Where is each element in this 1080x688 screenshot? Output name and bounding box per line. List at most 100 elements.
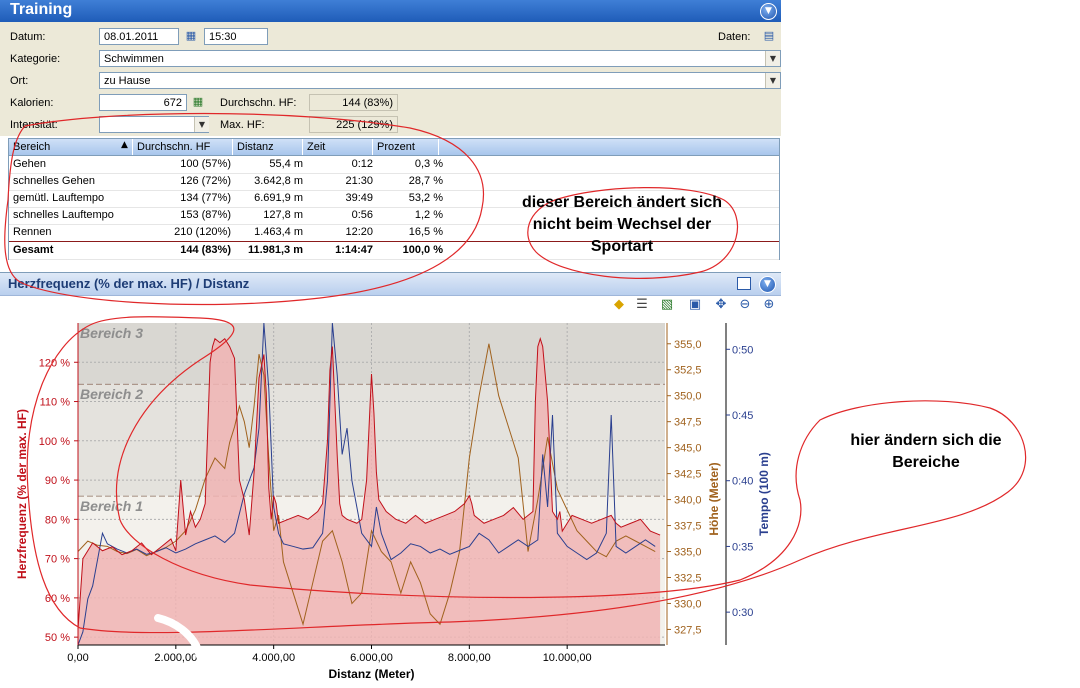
header-distanz[interactable]: Distanz (233, 139, 303, 155)
max-hf-label: Max. HF: (220, 119, 265, 131)
y-tick-label-pace: 0:45 (732, 410, 753, 422)
header-bereich[interactable]: Bereich (9, 139, 133, 155)
y-axis-pace-label: Tempo (100 m) (757, 452, 771, 536)
diamond-icon[interactable]: ◆ (610, 296, 628, 314)
intensitaet-label: Intensität: (10, 119, 58, 131)
cell-prozent: 0,3 % (414, 158, 443, 170)
y-tick-label-elevation: 342,5 (674, 469, 702, 481)
collapse-icon[interactable]: ▼ (760, 3, 777, 20)
y-axis-left-label: Herzfrequenz (% der max. HF) (15, 409, 29, 579)
cell-avg-hf: 210 (120%) (174, 226, 231, 238)
kategorie-label: Kategorie: (10, 53, 61, 65)
training-panel: Training ▼ Datum: 08.01.2011 ▦ 15:30 Dat… (0, 0, 781, 688)
chart-icon[interactable]: ▧ (658, 296, 676, 314)
y-tick-label-elevation: 345,0 (674, 443, 702, 455)
cell-distanz: 6.691,9 m (254, 192, 303, 204)
sort-asc-icon: ▲ (121, 140, 128, 150)
data-calculator-icon[interactable]: ▤ (762, 29, 776, 43)
y-tick-label-pace: 0:50 (732, 344, 753, 356)
training-form: Datum: 08.01.2011 ▦ 15:30 Daten: ▤ Kateg… (0, 22, 781, 136)
y-tick-label-pace: 0:30 (732, 607, 753, 619)
header-prozent[interactable]: Prozent (373, 139, 439, 155)
y-tick-label-elevation: 330,0 (674, 598, 702, 610)
chart-panel-header: Herzfrequenz (% der max. HF) / Distanz ▼ (0, 272, 781, 296)
cell-avg-hf: 126 (72%) (180, 175, 231, 187)
ort-dropdown-icon[interactable]: ▼ (765, 73, 780, 88)
table-header: Bereich ▲ Durchschn. HF Distanz Zeit Pro… (9, 139, 779, 156)
cell-bereich: schnelles Lauftempo (13, 209, 114, 221)
x-tick-label: 2.000,00 (154, 652, 197, 664)
x-axis-label: Distanz (Meter) (328, 667, 414, 681)
avg-hf-field: 144 (83%) (309, 94, 398, 111)
window-title: Training (10, 1, 73, 18)
cell-prozent: 53,2 % (408, 192, 443, 204)
zoom-out-icon[interactable]: ⊖ (736, 296, 754, 314)
cell-bereich: Rennen (13, 226, 52, 238)
y-tick-label-left: 100 % (39, 436, 70, 448)
x-tick-label: 4.000,00 (252, 652, 295, 664)
calendar-icon[interactable]: ▦ (184, 29, 198, 43)
chart-collapse-icon[interactable]: ▼ (759, 276, 776, 293)
kategorie-dropdown-icon[interactable]: ▼ (765, 51, 780, 66)
intensitaet-dropdown-icon[interactable]: ▼ (194, 117, 209, 132)
save-icon[interactable]: ▣ (686, 296, 704, 314)
cell-prozent: 28,7 % (408, 175, 443, 187)
cell-distanz: 3.642,8 m (254, 175, 303, 187)
calculator-icon[interactable]: ▦ (191, 95, 205, 109)
date-field[interactable]: 08.01.2011 (99, 28, 179, 45)
y-tick-label-elevation: 350,0 (674, 391, 702, 403)
kalorien-field[interactable]: 672 (99, 94, 187, 111)
kalorien-label: Kalorien: (10, 97, 54, 109)
y-tick-label-elevation: 352,5 (674, 365, 702, 377)
y-tick-label-elevation: 337,5 (674, 521, 702, 533)
ort-select[interactable]: zu Hause (99, 72, 781, 89)
layout-toggle-icon[interactable] (737, 277, 751, 290)
cell-avg-hf: 153 (87%) (180, 209, 231, 221)
y-tick-label-left: 110 % (40, 397, 71, 409)
y-tick-label-left: 90 % (45, 475, 70, 487)
cell-zeit: 21:30 (345, 175, 373, 187)
chart-panel-title: Herzfrequenz (% der max. HF) / Distanz (8, 276, 250, 291)
datum-label: Datum: (10, 31, 46, 43)
cell-zeit: 39:49 (345, 192, 373, 204)
annotation-note-2: hier ändern sich die Bereiche (850, 432, 1002, 471)
zone-label: Bereich 2 (80, 386, 143, 402)
kategorie-select[interactable]: Schwimmen (99, 50, 781, 67)
cell-bereich: gemütl. Lauftempo (13, 192, 105, 204)
intensitaet-select[interactable] (99, 116, 209, 133)
zoom-in-icon[interactable]: ⊕ (760, 296, 778, 314)
cell-distanz: 127,8 m (263, 209, 303, 221)
cell-distanz: 55,4 m (269, 158, 303, 170)
cell-bereich: Gehen (13, 158, 47, 170)
header-avg-hf[interactable]: Durchschn. HF (133, 139, 233, 155)
y-tick-label-elevation: 327,5 (674, 624, 702, 636)
cell-zeit: 1:14:47 (335, 244, 373, 256)
header-zeit[interactable]: Zeit (303, 139, 373, 155)
x-tick-label: 10.000,00 (543, 652, 592, 664)
table-row[interactable]: Gehen 100 (57%) 55,4 m 0:12 0,3 % (9, 156, 779, 174)
y-tick-label-left: 50 % (45, 632, 70, 644)
cell-avg-hf: 100 (57%) (180, 158, 231, 170)
y-tick-label-elevation: 335,0 (674, 547, 702, 559)
x-tick-label: 0,00 (67, 652, 88, 664)
y-tick-label-left: 60 % (45, 593, 70, 605)
cell-distanz: 1.463,4 m (254, 226, 303, 238)
y-tick-label-left: 70 % (45, 554, 70, 566)
cell-bereich: Gesamt (13, 244, 54, 256)
cell-zeit: 0:12 (351, 158, 373, 170)
x-tick-label: 8.000,00 (448, 652, 491, 664)
time-field[interactable]: 15:30 (204, 28, 268, 45)
cell-prozent: 16,5 % (408, 226, 443, 238)
cell-distanz: 11.981,3 m (247, 244, 303, 256)
settings-icon[interactable]: ✥ (712, 296, 730, 314)
x-tick-label: 6.000,00 (350, 652, 393, 664)
y-tick-label-elevation: 340,0 (674, 495, 702, 507)
cell-zeit: 12:20 (345, 226, 373, 238)
y-tick-label-left: 120 % (39, 357, 70, 369)
avg-hf-label: Durchschn. HF: (220, 97, 297, 109)
max-hf-field: 225 (129%) (309, 116, 398, 133)
cell-prozent: 1,2 % (414, 209, 443, 221)
table-icon[interactable]: ☰ (633, 296, 651, 314)
table-row[interactable]: schnelles Gehen 126 (72%) 3.642,8 m 21:30 28… (9, 173, 779, 191)
y-tick-label-left: 80 % (45, 514, 70, 526)
